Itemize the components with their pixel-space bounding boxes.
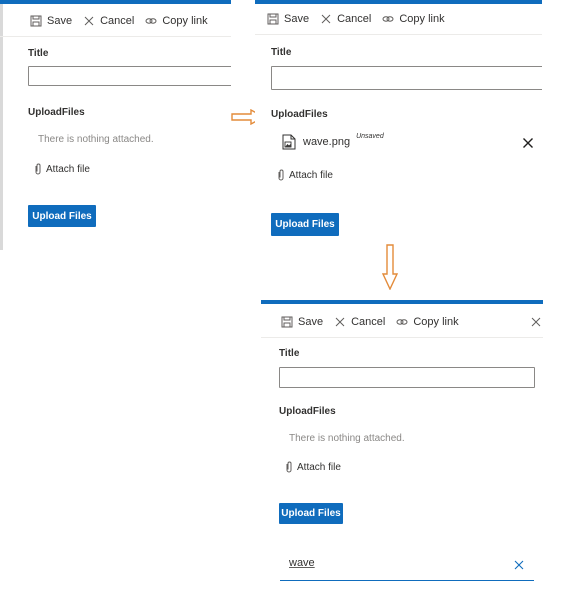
link-icon: [396, 319, 408, 325]
toolbar-divider: [255, 34, 542, 35]
cancel-button[interactable]: Cancel: [83, 15, 134, 27]
toolbar-divider: [261, 337, 543, 338]
cancel-label: Cancel: [337, 13, 372, 25]
attach-file-button[interactable]: Attach file: [277, 169, 333, 181]
save-label: Save: [298, 316, 324, 328]
cancel-button[interactable]: Cancel: [334, 316, 385, 328]
title-input[interactable]: [271, 66, 542, 90]
remove-attachment-icon[interactable]: [522, 137, 534, 149]
save-button[interactable]: Save: [30, 15, 72, 27]
copy-link-label: Copy link: [399, 13, 445, 25]
result-value: wave: [289, 557, 315, 569]
command-bar: Save Cancel Copy link: [267, 6, 542, 32]
save-icon: [267, 13, 279, 25]
cancel-label: Cancel: [351, 316, 386, 328]
title-input[interactable]: [28, 66, 231, 86]
upload-files-label: UploadFiles: [271, 109, 328, 120]
save-icon: [30, 15, 42, 27]
form-panel-attached: Save Cancel Copy link Title UploadFiles …: [255, 0, 542, 245]
upload-files-label: UploadFiles: [279, 406, 336, 417]
top-accent-bar: [0, 0, 231, 4]
paperclip-icon: [278, 169, 284, 181]
upload-files-label: UploadFiles: [28, 107, 85, 118]
attachment-filename: wave.png: [303, 136, 351, 148]
empty-attachments-message: There is nothing attached.: [38, 134, 154, 145]
close-panel-icon[interactable]: [531, 317, 541, 327]
attachment-item[interactable]: wave.png Unsaved: [282, 132, 384, 150]
title-label: Title: [271, 47, 292, 58]
toolbar-divider: [0, 36, 231, 37]
cancel-button[interactable]: Cancel: [320, 13, 371, 25]
title-input[interactable]: [279, 367, 535, 388]
clear-icon[interactable]: [514, 560, 524, 570]
attach-file-button[interactable]: Attach file: [34, 163, 90, 175]
close-icon: [321, 14, 331, 24]
save-button[interactable]: Save: [281, 316, 323, 328]
title-label: Title: [279, 348, 300, 359]
copy-link-label: Copy link: [162, 15, 208, 27]
empty-attachments-message: There is nothing attached.: [289, 433, 405, 444]
top-accent-bar: [261, 300, 543, 304]
attach-file-label: Attach file: [297, 461, 341, 473]
upload-files-button[interactable]: Upload Files: [271, 213, 339, 236]
cancel-label: Cancel: [100, 15, 135, 27]
form-panel-after-upload: Save Cancel Copy link Title UploadFiles …: [261, 300, 543, 602]
image-file-icon: [282, 134, 296, 150]
form-panel-initial: Save Cancel Copy link Title UploadFiles …: [0, 0, 231, 250]
link-icon: [382, 16, 394, 22]
attach-file-label: Attach file: [289, 169, 333, 181]
attach-file-button[interactable]: Attach file: [285, 461, 341, 473]
close-icon: [84, 16, 94, 26]
arrow-down-icon: [382, 244, 398, 290]
save-button[interactable]: Save: [267, 13, 309, 25]
upload-files-button[interactable]: Upload Files: [28, 205, 96, 227]
upload-files-button[interactable]: Upload Files: [279, 503, 343, 524]
top-accent-bar: [255, 0, 542, 4]
title-label: Title: [28, 48, 49, 59]
copy-link-button[interactable]: Copy link: [382, 13, 445, 25]
link-icon: [145, 18, 157, 24]
command-bar: Save Cancel Copy link: [281, 309, 543, 335]
save-icon: [281, 316, 293, 328]
paperclip-icon: [35, 163, 41, 175]
command-bar: Save Cancel Copy link: [30, 8, 231, 34]
save-label: Save: [284, 13, 310, 25]
attach-file-label: Attach file: [46, 163, 90, 175]
result-input[interactable]: wave: [280, 550, 534, 581]
copy-link-label: Copy link: [413, 316, 459, 328]
copy-link-button[interactable]: Copy link: [396, 316, 459, 328]
paperclip-icon: [286, 461, 292, 473]
save-label: Save: [47, 15, 73, 27]
copy-link-button[interactable]: Copy link: [145, 15, 208, 27]
unsaved-status: Unsaved: [356, 132, 384, 140]
close-icon: [335, 317, 345, 327]
